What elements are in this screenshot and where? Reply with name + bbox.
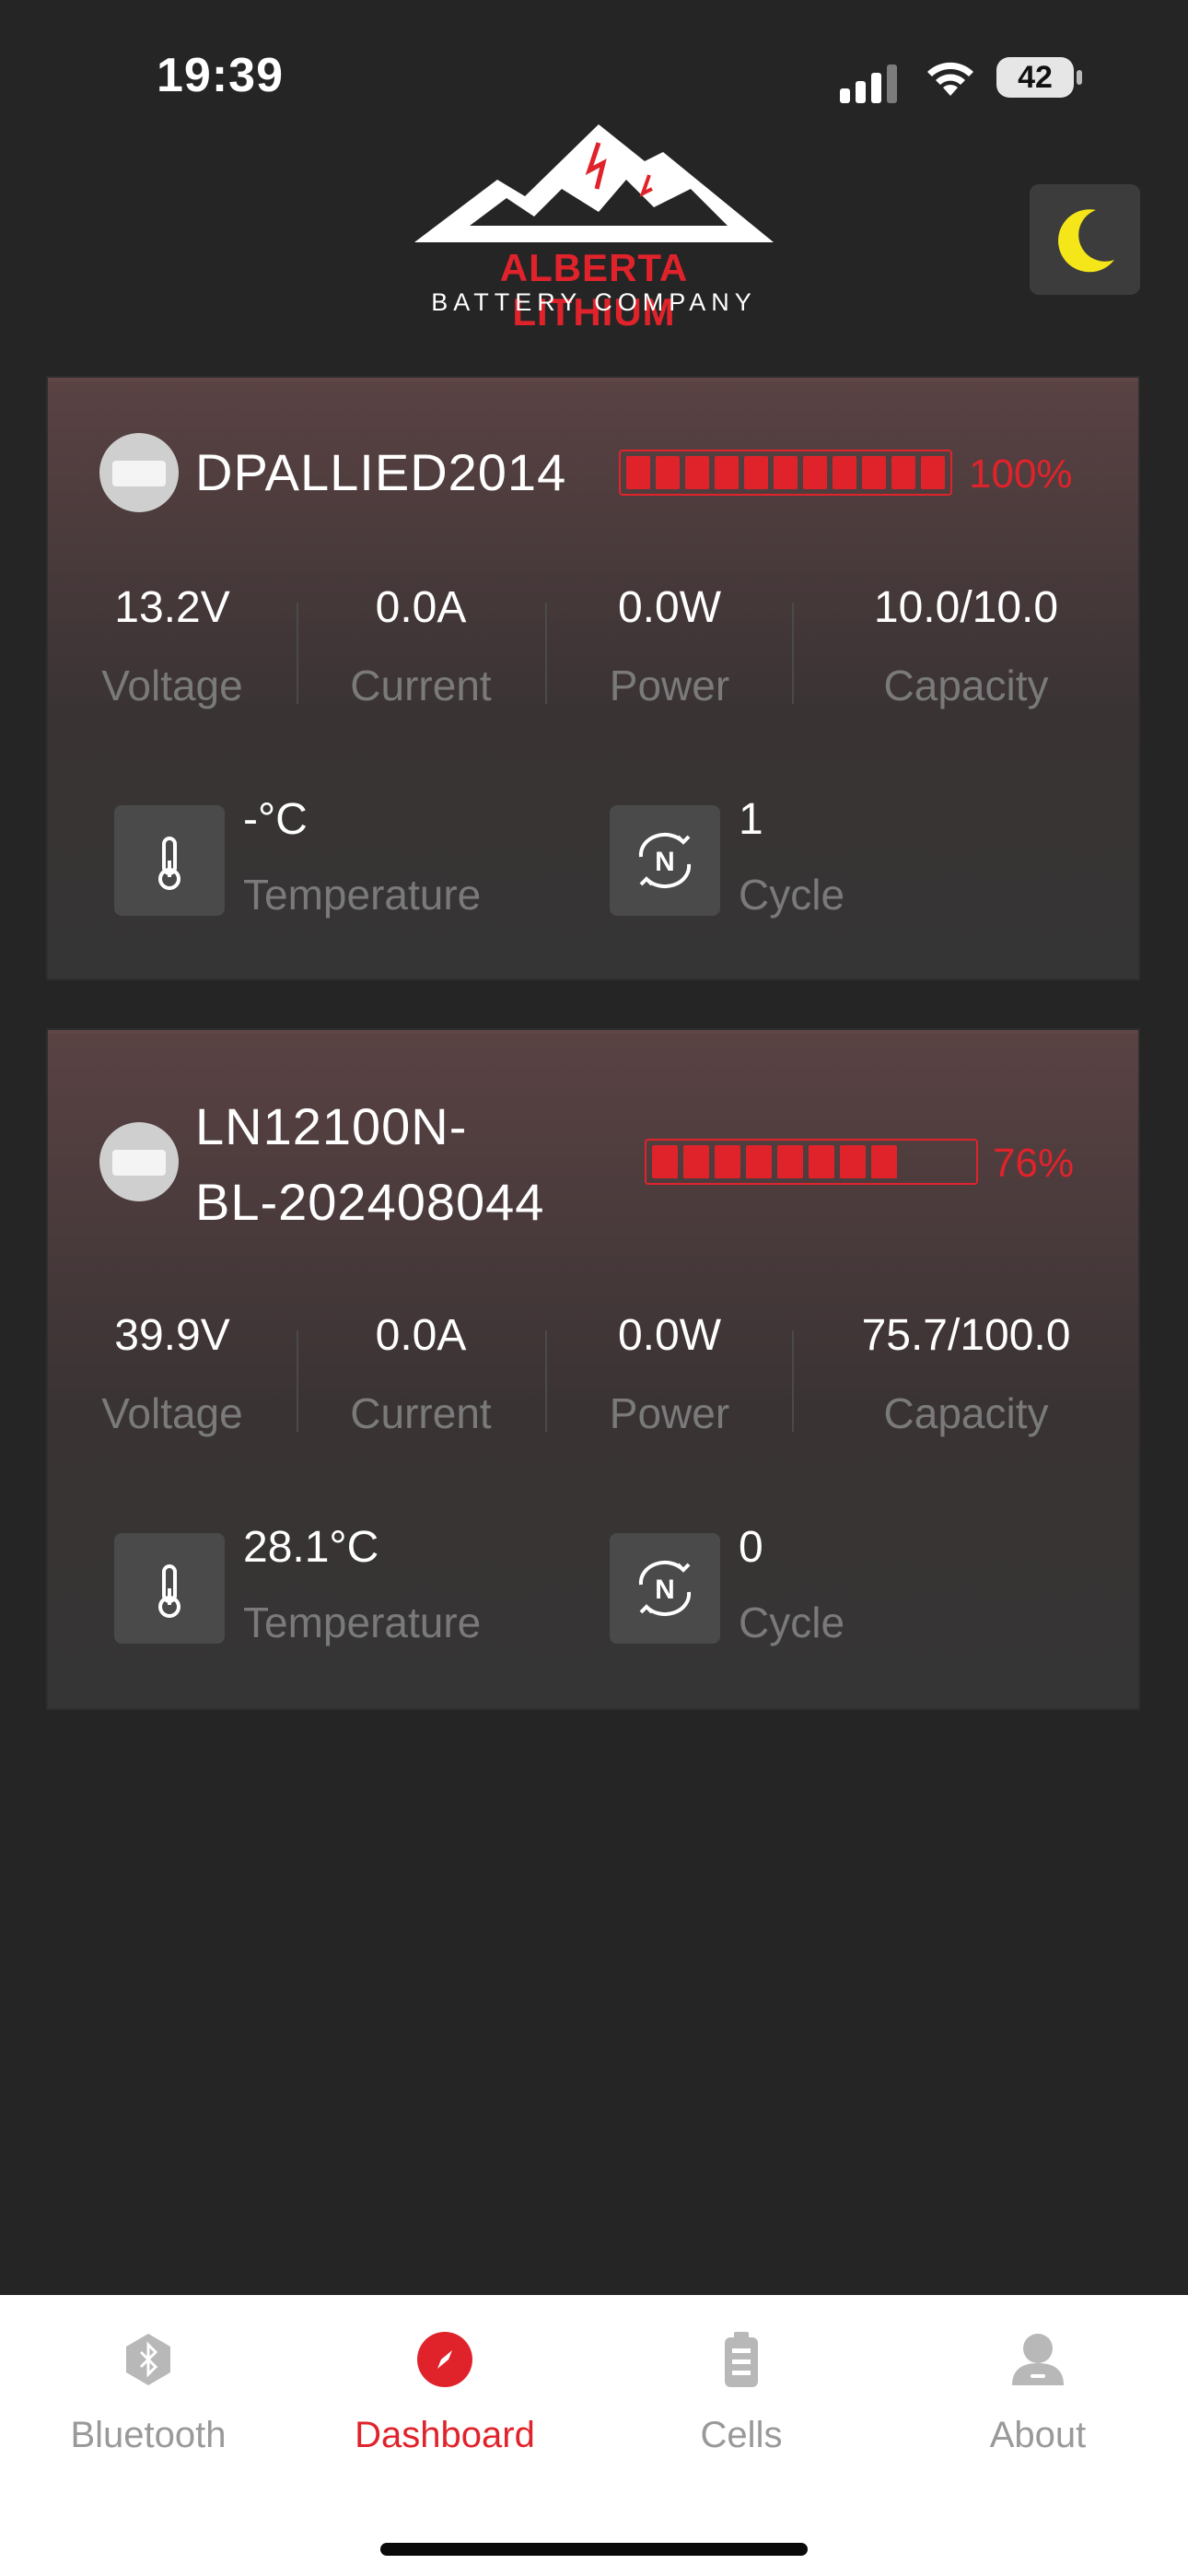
current-value: 0.0A — [375, 1311, 467, 1360]
capacity-value: 75.7/100.0 — [861, 1311, 1071, 1360]
battery-cells-icon — [725, 2332, 758, 2387]
battery-card[interactable]: LN12100N- BL-202408044 76% 39.9V Voltage… — [48, 1030, 1138, 1708]
voltage-label: Voltage — [101, 662, 243, 709]
battery-level-segment — [840, 1145, 866, 1178]
temperature-value: -°C — [243, 795, 308, 844]
home-indicator — [380, 2543, 808, 2556]
battery-level-segment — [809, 1145, 834, 1178]
cycle-value: 0 — [739, 1523, 763, 1572]
battery-level-segment — [862, 456, 886, 489]
temperature-label: Temperature — [243, 871, 482, 919]
power-label: Power — [609, 662, 730, 709]
power-value: 0.0W — [617, 583, 722, 632]
company-logo: ALBERTA LITHIUM BATTERY COMPANY — [414, 124, 774, 334]
voltage-label: Voltage — [101, 1389, 243, 1437]
moon-icon — [1058, 209, 1114, 273]
tab-label: Bluetooth — [70, 2415, 227, 2455]
tab-label: Dashboard — [355, 2415, 535, 2455]
status-icons: 42 — [840, 53, 1089, 109]
tab-label: Cells — [700, 2415, 783, 2455]
current-stat: 0.0A Current — [297, 1310, 545, 1438]
capacity-value: 10.0/10.0 — [873, 583, 1059, 632]
battery-level-bar — [645, 1139, 978, 1185]
capacity-label: Capacity — [883, 1389, 1049, 1437]
svg-text:N: N — [655, 1575, 675, 1605]
user-icon — [1012, 2334, 1064, 2385]
temperature-value: 28.1°C — [243, 1523, 379, 1572]
cycle-value: 1 — [739, 795, 763, 844]
voltage-value: 39.9V — [114, 1311, 230, 1360]
cycle-label: Cycle — [739, 871, 845, 919]
cycle-icon: N — [610, 1533, 720, 1644]
tab-label: About — [989, 2415, 1087, 2455]
power-stat: 0.0W Power — [545, 582, 794, 710]
current-value: 0.0A — [375, 583, 467, 632]
battery-level-segment — [777, 1145, 803, 1178]
battery-level-segment — [656, 456, 680, 489]
capacity-label: Capacity — [883, 662, 1049, 709]
tab-cells[interactable]: Cells — [593, 2295, 890, 2479]
battery-level-segment — [683, 1145, 709, 1178]
battery-status: 42 — [996, 57, 1074, 98]
device-name-line1: LN12100N- — [195, 1097, 468, 1155]
battery-avatar — [99, 1122, 179, 1201]
cycle-icon: N — [610, 805, 720, 916]
svg-text:N: N — [655, 847, 675, 877]
current-stat: 0.0A Current — [297, 582, 545, 710]
logo-subtitle: BATTERY COMPANY — [431, 288, 757, 316]
device-name: DPALLIED2014 — [195, 443, 567, 501]
battery-level-segment — [685, 456, 709, 489]
tab-about[interactable]: About — [890, 2295, 1186, 2479]
tab-bluetooth[interactable]: Bluetooth — [0, 2295, 297, 2479]
capacity-stat: 75.7/100.0 Capacity — [794, 1310, 1138, 1438]
power-stat: 0.0W Power — [545, 1310, 794, 1438]
mountain-logo-icon — [414, 124, 774, 242]
battery-level-bar — [619, 450, 952, 496]
power-value: 0.0W — [617, 1311, 722, 1360]
battery-level-segment — [833, 456, 856, 489]
temperature-label: Temperature — [243, 1598, 482, 1646]
voltage-stat: 39.9V Voltage — [48, 1310, 297, 1438]
tab-dashboard[interactable]: Dashboard — [297, 2295, 593, 2479]
thermometer-icon — [114, 805, 225, 916]
battery-level-segment — [891, 456, 915, 489]
battery-level-segment — [626, 456, 650, 489]
power-label: Power — [609, 1389, 730, 1437]
battery-level-segment — [921, 456, 945, 489]
device-name-line2: BL-202408044 — [195, 1173, 545, 1231]
bluetooth-icon — [126, 2334, 170, 2385]
battery-level-segment — [871, 1145, 897, 1178]
current-label: Current — [350, 662, 492, 709]
voltage-value: 13.2V — [114, 583, 230, 632]
battery-level-segment — [746, 1145, 772, 1178]
thermometer-icon — [114, 1533, 225, 1644]
battery-cap — [1077, 70, 1082, 85]
capacity-stat: 10.0/10.0 Capacity — [794, 582, 1138, 710]
battery-level-segment — [715, 456, 739, 489]
battery-percent: 76% — [993, 1141, 1075, 1186]
theme-toggle-button[interactable] — [1030, 184, 1140, 295]
compass-icon — [417, 2332, 472, 2387]
battery-level-segment — [652, 1145, 678, 1178]
tab-bar: Bluetooth Dashboard Cells About — [0, 2295, 1188, 2576]
battery-avatar — [99, 433, 179, 512]
current-label: Current — [350, 1389, 492, 1437]
battery-level-segment — [715, 1145, 740, 1178]
battery-level-segment — [774, 456, 798, 489]
battery-level-segment — [803, 456, 827, 489]
voltage-stat: 13.2V Voltage — [48, 582, 297, 710]
battery-percent: 100% — [969, 451, 1073, 497]
wifi-icon — [927, 62, 973, 96]
status-time: 19:39 — [157, 49, 284, 102]
battery-card[interactable]: DPALLIED2014 100% 13.2V Voltage 0.0A Cur… — [48, 378, 1138, 978]
cycle-label: Cycle — [739, 1598, 845, 1646]
battery-level-segment — [744, 456, 768, 489]
